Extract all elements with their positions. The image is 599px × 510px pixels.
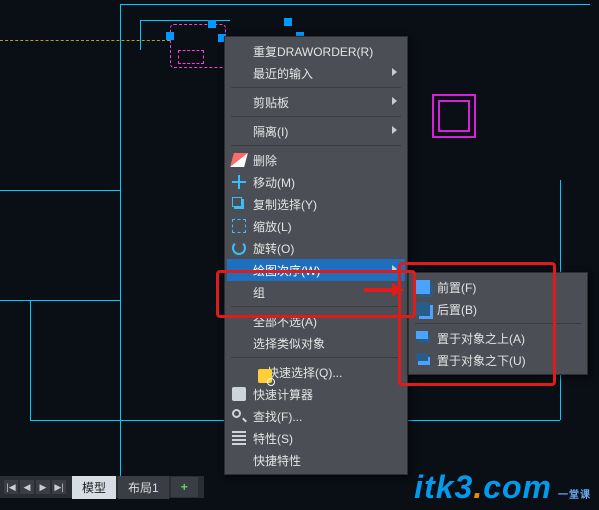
menu-label: 组 bbox=[253, 284, 265, 301]
menu-label: 绘图次序(W) bbox=[253, 262, 320, 279]
menu-separator bbox=[231, 145, 401, 146]
chevron-right-icon bbox=[392, 265, 397, 273]
tab-last-button[interactable]: ▶| bbox=[52, 480, 66, 494]
menu-label: 快捷特性 bbox=[253, 452, 301, 469]
menu-move[interactable]: 移动(M) bbox=[227, 171, 405, 193]
menu-isolate[interactable]: 隔离(I) bbox=[227, 120, 405, 142]
tab-layout1[interactable]: 布局1 bbox=[118, 476, 169, 499]
draworder-submenu: 前置(F) 后置(B) 置于对象之上(A) 置于对象之下(U) bbox=[408, 272, 588, 375]
tab-nav: |◀ ◀ ▶ ▶| bbox=[4, 480, 66, 494]
menu-erase[interactable]: 删除 bbox=[227, 149, 405, 171]
submenu-send-back[interactable]: 后置(B) bbox=[411, 298, 585, 320]
move-icon bbox=[232, 175, 246, 189]
menu-label: 复制选择(Y) bbox=[253, 196, 317, 213]
menu-recent-input[interactable]: 最近的输入 bbox=[227, 62, 405, 84]
menu-draworder[interactable]: 绘图次序(W) bbox=[227, 259, 405, 281]
context-menu: 重复DRAWORDER(R) 最近的输入 剪贴板 隔离(I) 删除 移动(M) … bbox=[224, 36, 408, 475]
menu-label: 重复DRAWORDER(R) bbox=[253, 43, 373, 60]
menu-separator bbox=[415, 323, 581, 324]
erase-icon bbox=[230, 153, 248, 167]
menu-repeat[interactable]: 重复DRAWORDER(R) bbox=[227, 40, 405, 62]
menu-label: 隔离(I) bbox=[253, 123, 288, 140]
menu-label: 缩放(L) bbox=[253, 218, 292, 235]
submenu-under-object[interactable]: 置于对象之下(U) bbox=[411, 349, 585, 371]
menu-label: 查找(F)... bbox=[253, 408, 302, 425]
menu-find[interactable]: 查找(F)... bbox=[227, 405, 405, 427]
chevron-right-icon bbox=[392, 287, 397, 295]
menu-label: 置于对象之下(U) bbox=[437, 352, 526, 369]
menu-label: 旋转(O) bbox=[253, 240, 294, 257]
tab-add-button[interactable]: + bbox=[171, 477, 198, 497]
send-back-icon bbox=[416, 302, 430, 316]
tab-prev-button[interactable]: ◀ bbox=[20, 480, 34, 494]
menu-quick-select[interactable]: 快速选择(Q)... bbox=[227, 361, 405, 383]
menu-select-similar[interactable]: 选择类似对象 bbox=[227, 332, 405, 354]
menu-label: 后置(B) bbox=[437, 301, 477, 318]
tab-next-button[interactable]: ▶ bbox=[36, 480, 50, 494]
menu-separator bbox=[231, 87, 401, 88]
under-object-icon bbox=[416, 353, 428, 361]
menu-label: 移动(M) bbox=[253, 174, 295, 191]
submenu-bring-front[interactable]: 前置(F) bbox=[411, 276, 585, 298]
chevron-right-icon bbox=[392, 68, 397, 76]
menu-label: 选择类似对象 bbox=[253, 335, 325, 352]
menu-quickcalc[interactable]: 快速计算器 bbox=[227, 383, 405, 405]
bring-front-icon bbox=[416, 280, 430, 294]
tab-first-button[interactable]: |◀ bbox=[4, 480, 18, 494]
menu-label: 前置(F) bbox=[437, 279, 476, 296]
menu-rotate[interactable]: 旋转(O) bbox=[227, 237, 405, 259]
menu-label: 剪贴板 bbox=[253, 94, 289, 111]
chevron-right-icon bbox=[392, 97, 397, 105]
menu-separator bbox=[231, 357, 401, 358]
menu-separator bbox=[231, 306, 401, 307]
scale-icon bbox=[232, 219, 246, 233]
menu-clipboard[interactable]: 剪贴板 bbox=[227, 91, 405, 113]
chevron-right-icon bbox=[392, 126, 397, 134]
menu-scale[interactable]: 缩放(L) bbox=[227, 215, 405, 237]
search-icon bbox=[232, 409, 241, 418]
menu-properties[interactable]: 特性(S) bbox=[227, 427, 405, 449]
menu-group[interactable]: 组 bbox=[227, 281, 405, 303]
menu-copy-selection[interactable]: 复制选择(Y) bbox=[227, 193, 405, 215]
properties-icon bbox=[232, 431, 246, 445]
above-object-icon bbox=[416, 331, 428, 339]
copy-icon bbox=[232, 197, 242, 207]
menu-label: 最近的输入 bbox=[253, 65, 313, 82]
menu-label: 置于对象之上(A) bbox=[437, 330, 525, 347]
menu-label: 特性(S) bbox=[253, 430, 293, 447]
menu-label: 快速计算器 bbox=[253, 386, 313, 403]
menu-deselect-all[interactable]: 全部不选(A) bbox=[227, 310, 405, 332]
quick-select-icon bbox=[258, 369, 272, 383]
menu-quick-properties[interactable]: 快捷特性 bbox=[227, 449, 405, 471]
calculator-icon bbox=[232, 387, 246, 401]
menu-label: 快速选择(Q)... bbox=[267, 364, 342, 381]
tab-model[interactable]: 模型 bbox=[72, 476, 116, 499]
rotate-icon bbox=[232, 241, 246, 255]
menu-separator bbox=[231, 116, 401, 117]
menu-label: 全部不选(A) bbox=[253, 313, 317, 330]
layout-tabs: |◀ ◀ ▶ ▶| 模型 布局1 + bbox=[0, 476, 204, 498]
submenu-above-object[interactable]: 置于对象之上(A) bbox=[411, 327, 585, 349]
menu-label: 删除 bbox=[253, 152, 277, 169]
